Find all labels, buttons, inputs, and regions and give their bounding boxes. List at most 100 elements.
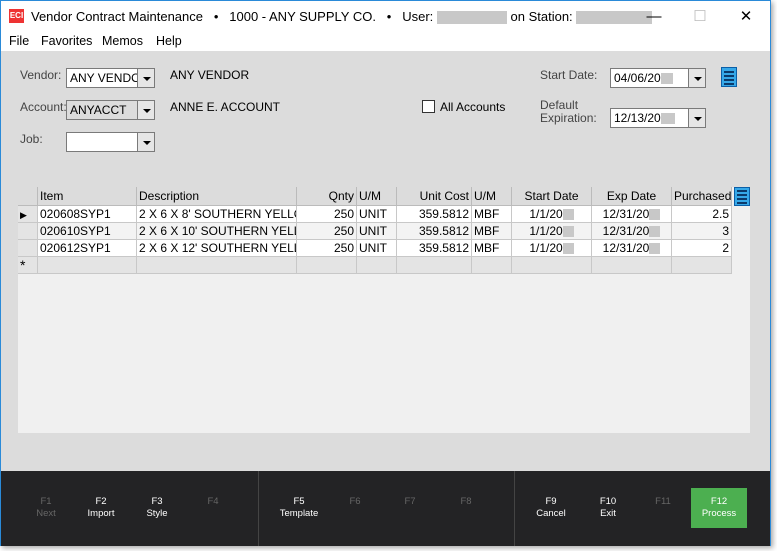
redacted: [660, 73, 673, 85]
row-header[interactable]: ▶: [18, 206, 38, 223]
grid-cell[interactable]: [472, 257, 512, 274]
fkey-label: Process: [701, 508, 737, 519]
grid-cell[interactable]: UNIT: [357, 240, 397, 257]
column-header[interactable]: U/M: [357, 187, 397, 206]
grid-cell[interactable]: [397, 257, 472, 274]
account-input[interactable]: ANYACCT: [66, 100, 138, 120]
grid-cell[interactable]: 020608SYP1: [38, 206, 137, 223]
menu-favorites[interactable]: Favorites: [41, 34, 92, 48]
grid-cell[interactable]: 250: [297, 206, 357, 223]
row-header[interactable]: [18, 240, 38, 257]
menu-help[interactable]: Help: [156, 34, 182, 48]
sep: •: [213, 9, 219, 24]
fkey-f2-import[interactable]: F2 Import: [73, 496, 129, 520]
minimize-button[interactable]: —: [631, 5, 677, 29]
grid-cell[interactable]: 1/1/20: [512, 240, 592, 257]
start-date-input[interactable]: 04/06/20: [610, 68, 689, 88]
column-header[interactable]: Exp Date: [592, 187, 672, 206]
grid-cell[interactable]: 250: [297, 223, 357, 240]
vendor-dropdown-button[interactable]: [137, 68, 155, 88]
fkey-key: F6: [349, 496, 361, 507]
grid-cell[interactable]: 359.5812: [397, 240, 472, 257]
grid-cell[interactable]: 359.5812: [397, 206, 472, 223]
vendor-input[interactable]: ANY VENDOR: [66, 68, 138, 88]
grid-cell[interactable]: MBF: [472, 223, 512, 240]
list-menu-icon[interactable]: [721, 67, 737, 87]
default-exp-value: 12/13/20: [614, 111, 661, 125]
grid-cell[interactable]: 020612SYP1: [38, 240, 137, 257]
fkey-f10-exit[interactable]: F10 Exit: [580, 496, 636, 520]
grid-cell[interactable]: 2 X 6 X 8' SOUTHERN YELLO: [137, 206, 297, 223]
column-header[interactable]: U/M: [472, 187, 512, 206]
fkey-key: F9: [545, 496, 557, 507]
fkey-f12-process[interactable]: F12 Process: [691, 488, 747, 528]
start-date-dropdown-button[interactable]: [688, 68, 706, 88]
cell-value: 020612SYP1: [40, 241, 111, 255]
row-header[interactable]: [18, 223, 38, 240]
grid-cell[interactable]: 3: [672, 223, 732, 240]
divider: [258, 471, 259, 546]
grid-cell[interactable]: [512, 257, 592, 274]
fkey-key: F8: [460, 496, 472, 507]
grid-cell[interactable]: UNIT: [357, 206, 397, 223]
grid-cell[interactable]: 359.5812: [397, 223, 472, 240]
grid-cell[interactable]: 020610SYP1: [38, 223, 137, 240]
grid-cell[interactable]: 1/1/20: [512, 223, 592, 240]
grid-cell[interactable]: MBF: [472, 240, 512, 257]
grid-cell[interactable]: 2: [672, 240, 732, 257]
column-header[interactable]: Item: [38, 187, 137, 206]
label-line: Expiration:: [540, 111, 597, 125]
default-expiration-input[interactable]: 12/13/20: [610, 108, 689, 128]
menu-memos[interactable]: Memos: [102, 34, 143, 48]
fkey-f3-style[interactable]: F3 Style: [129, 496, 185, 520]
new-row-header[interactable]: *: [18, 257, 38, 274]
cell-value: 12/31/20: [602, 224, 650, 238]
corner-header[interactable]: [18, 187, 38, 206]
column-header[interactable]: Start Date: [512, 187, 592, 206]
column-header[interactable]: Description: [137, 187, 297, 206]
column-header[interactable]: Qnty: [297, 187, 357, 206]
job-dropdown-button[interactable]: [137, 132, 155, 152]
grid-cell[interactable]: MBF: [472, 206, 512, 223]
grid-cell[interactable]: [672, 257, 732, 274]
fkey-label: Cancel: [536, 508, 566, 519]
grid-cell[interactable]: 12/31/20: [592, 240, 672, 257]
column-header[interactable]: Unit Cost: [397, 187, 472, 206]
fkey-key: F11: [655, 496, 671, 507]
cell-value: 359.5812: [418, 224, 469, 238]
all-accounts-checkbox[interactable]: [422, 100, 435, 113]
grid-cell[interactable]: [137, 257, 297, 274]
redacted: [660, 113, 675, 125]
grid-cell[interactable]: 250: [297, 240, 357, 257]
grid-cell[interactable]: [357, 257, 397, 274]
grid-cell[interactable]: 12/31/20: [592, 206, 672, 223]
fkey-label: Template: [279, 508, 319, 519]
grid-cell[interactable]: 2 X 6 X 10' SOUTHERN YELL: [137, 223, 297, 240]
grid-cell[interactable]: UNIT: [357, 223, 397, 240]
fkey-f9-cancel[interactable]: F9 Cancel: [523, 496, 579, 520]
grid-cell[interactable]: [38, 257, 137, 274]
grid-cell[interactable]: 12/31/20: [592, 223, 672, 240]
account-dropdown-button[interactable]: [137, 100, 155, 120]
cell-value: 1/1/20: [529, 241, 563, 255]
contract-items-grid[interactable]: Item Description Qnty U/M Unit Cost U/M Start …: [18, 187, 750, 433]
grid-cell[interactable]: [592, 257, 672, 274]
cell-value: 12/31/20: [602, 241, 650, 255]
grid-cell[interactable]: 2 X 6 X 12' SOUTHERN YELL: [137, 240, 297, 257]
grid-cell[interactable]: 1/1/20: [512, 206, 592, 223]
maximize-button[interactable]: ☐: [677, 5, 723, 29]
fkey-key: F3: [151, 496, 163, 507]
menu-file[interactable]: File: [9, 34, 29, 48]
fkey-label: Next: [36, 508, 56, 519]
column-header[interactable]: Purchased: [672, 187, 732, 206]
job-input[interactable]: [66, 132, 138, 152]
column-chooser-icon[interactable]: [734, 187, 750, 206]
title-bar: ECI Vendor Contract Maintenance • 1000 -…: [1, 1, 770, 33]
grid-cell[interactable]: [297, 257, 357, 274]
cell-value: 250: [333, 241, 354, 255]
fkey-f5-template[interactable]: F5 Template: [271, 496, 327, 520]
redacted-user: [436, 11, 507, 25]
default-expiration-dropdown-button[interactable]: [688, 108, 706, 128]
close-button[interactable]: ✕: [723, 5, 769, 29]
grid-cell[interactable]: 2.5: [672, 206, 732, 223]
